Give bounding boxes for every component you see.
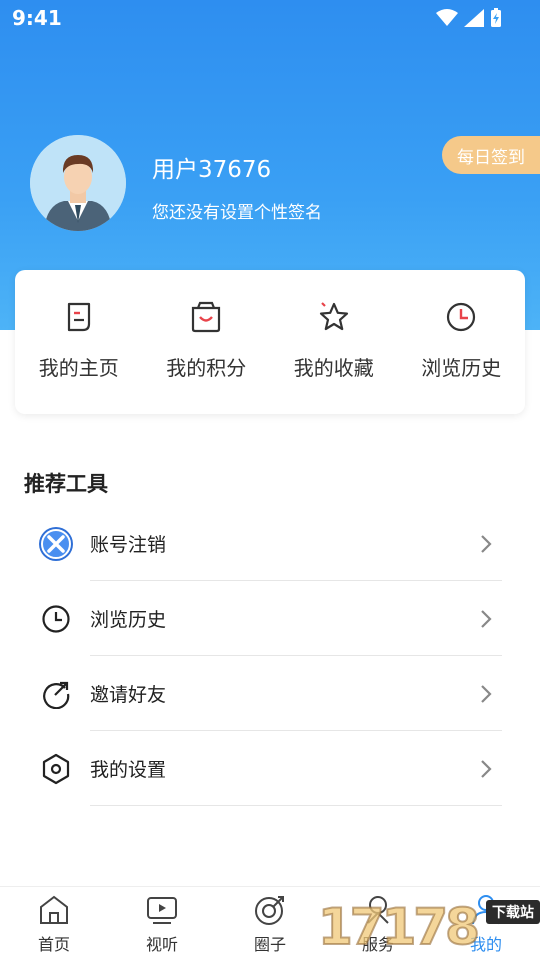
quick-action-homepage[interactable]: 我的主页 xyxy=(15,270,143,414)
tool-label: 浏览历史 xyxy=(90,609,167,631)
status-bar: 9:41 xyxy=(0,0,540,36)
profile-page-icon xyxy=(67,302,90,332)
quick-action-history[interactable]: 浏览历史 xyxy=(398,270,526,414)
nav-label: 我的 xyxy=(469,935,502,954)
quick-action-points[interactable]: 我的积分 xyxy=(143,270,271,414)
tool-list: 账号注销 浏览历史 邀请好友 我的设置 xyxy=(0,506,540,806)
clock-icon xyxy=(38,601,74,637)
star-icon xyxy=(319,302,348,331)
username: 用户37676 xyxy=(152,157,272,183)
quick-action-label: 我的积分 xyxy=(166,356,247,380)
nav-label: 圈子 xyxy=(253,935,286,954)
tool-label: 我的设置 xyxy=(90,759,167,781)
quick-action-label: 我的收藏 xyxy=(293,356,374,380)
signal-icon xyxy=(464,9,484,27)
nav-label: 服务 xyxy=(361,935,394,954)
chevron-right-icon xyxy=(481,684,492,703)
nav-service[interactable]: 服务 xyxy=(324,887,432,960)
avatar-person-icon xyxy=(30,135,126,231)
tool-label: 账号注销 xyxy=(90,534,167,556)
tv-icon xyxy=(147,897,177,924)
nav-label: 视听 xyxy=(145,935,178,954)
nav-label: 首页 xyxy=(37,935,70,954)
tool-item-cancel-account[interactable]: 账号注销 xyxy=(0,506,540,581)
user-icon xyxy=(472,895,500,925)
nav-circle[interactable]: 圈子 xyxy=(216,887,324,960)
nav-home[interactable]: 首页 xyxy=(0,887,108,960)
divider xyxy=(90,805,502,806)
points-bag-icon xyxy=(192,301,221,333)
tool-item-history[interactable]: 浏览历史 xyxy=(0,581,540,656)
wifi-icon xyxy=(436,9,458,26)
tool-label: 邀请好友 xyxy=(90,684,167,706)
signature-text[interactable]: 您还没有设置个性签名 xyxy=(152,198,322,223)
home-icon xyxy=(40,895,68,924)
quick-action-label: 浏览历史 xyxy=(421,356,502,380)
quick-action-favorites[interactable]: 我的收藏 xyxy=(270,270,398,414)
quick-actions-card: 我的主页 我的积分 我的收藏 浏览历史 xyxy=(15,270,525,414)
status-time: 9:41 xyxy=(12,6,62,30)
chevron-right-icon xyxy=(481,534,492,553)
tool-item-invite[interactable]: 邀请好友 xyxy=(0,656,540,731)
avatar[interactable] xyxy=(30,135,126,231)
section-title-tools: 推荐工具 xyxy=(24,472,108,496)
chevron-right-icon xyxy=(481,609,492,628)
nav-mine[interactable]: 我的 xyxy=(432,887,540,960)
bottom-nav: 首页 视听 圈子 服务 我的 xyxy=(0,886,540,960)
tool-item-settings[interactable]: 我的设置 xyxy=(0,731,540,806)
circle-icon xyxy=(255,896,284,925)
nav-media[interactable]: 视听 xyxy=(108,887,216,960)
invite-icon xyxy=(38,676,74,712)
battery-icon xyxy=(491,8,501,27)
clock-icon xyxy=(447,302,476,332)
daily-checkin-button[interactable]: 每日签到 xyxy=(442,136,540,174)
quick-action-label: 我的主页 xyxy=(38,356,119,380)
status-icons xyxy=(436,8,502,28)
cancel-account-icon xyxy=(38,526,74,562)
service-icon xyxy=(367,896,389,924)
settings-hex-icon xyxy=(38,751,74,787)
chevron-right-icon xyxy=(481,759,492,778)
